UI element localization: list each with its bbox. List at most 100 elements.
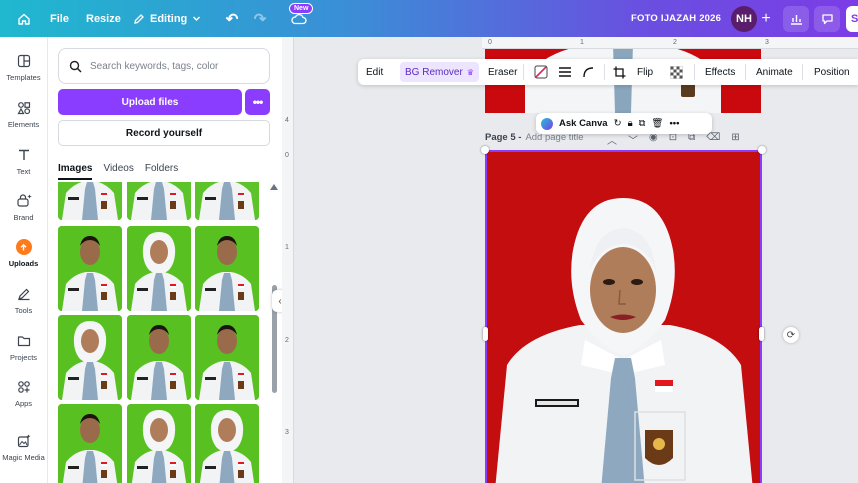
chevron-up-icon[interactable]: ︿ [607, 132, 617, 147]
bg-remover-button[interactable]: BG Remover ♛ [400, 62, 479, 82]
left-rail: Templates Elements Text Brand Uploads To… [0, 37, 47, 483]
duplicate-page-icon[interactable]: ⧉ [688, 132, 695, 147]
ruler-tick: 3 [765, 39, 769, 46]
context-toolbar: Edit BG Remover ♛ Eraser Flip Effects An… [358, 59, 858, 85]
upload-more-button[interactable]: ••• [245, 89, 270, 115]
rail-item-text[interactable]: Text [0, 145, 47, 176]
rail-item-uploads[interactable]: Uploads [0, 237, 47, 268]
chevron-down-icon [193, 16, 201, 21]
ask-canva-button[interactable]: Ask Canva [559, 118, 608, 129]
transparency-icon[interactable] [670, 59, 683, 85]
resize-handle[interactable] [483, 327, 488, 341]
ruler-tick: 4 [285, 117, 289, 124]
regenerate-icon[interactable]: ↻ [614, 118, 622, 129]
rail-item-magic-media[interactable]: Magic Media [0, 431, 47, 462]
uploaded-image-thumbnail[interactable] [127, 182, 191, 220]
delete-page-icon[interactable]: ⌫ [706, 132, 720, 147]
effects-button[interactable]: Effects [705, 59, 735, 85]
rotate-icon[interactable]: ⟳ [783, 327, 799, 343]
position-button[interactable]: Position [814, 59, 850, 85]
rail-label: Templates [6, 73, 41, 82]
rail-item-templates[interactable]: Templates [0, 51, 47, 82]
share-button[interactable]: S [846, 6, 858, 32]
editing-label: Editing [150, 12, 188, 25]
resize-handle[interactable] [759, 327, 764, 341]
more-options-button[interactable]: ••• [669, 118, 679, 129]
divider [604, 64, 605, 80]
rail-label: Projects [9, 353, 38, 362]
edit-button[interactable]: Edit [366, 59, 383, 85]
eraser-button[interactable]: Eraser [488, 59, 517, 85]
search-box[interactable] [58, 48, 270, 84]
scroll-up-arrow[interactable] [270, 184, 278, 190]
crown-icon: ♛ [466, 67, 474, 77]
add-collaborator-button[interactable]: + [756, 0, 776, 37]
tools-icon [14, 284, 34, 304]
uploaded-image-thumbnail[interactable] [58, 404, 122, 483]
chevron-down-icon[interactable]: ﹀ [628, 132, 638, 147]
document-title[interactable]: FOTO IJAZAH 2026 [631, 0, 721, 37]
uploaded-image-thumbnail[interactable] [58, 182, 122, 220]
avatar[interactable]: NH [731, 6, 757, 32]
templates-icon [14, 51, 34, 71]
rail-item-tools[interactable]: Tools [0, 284, 47, 315]
rail-item-apps[interactable]: Apps [0, 377, 47, 408]
rail-item-brand[interactable]: Brand [0, 191, 47, 222]
photo-page[interactable] [485, 150, 761, 483]
uploads-panel: Upload files ••• Record yourself Images … [47, 37, 282, 483]
tab-images[interactable]: Images [58, 163, 93, 180]
record-yourself-button[interactable]: Record yourself [58, 120, 270, 146]
tab-videos[interactable]: Videos [103, 163, 133, 180]
color-swatch-icon[interactable] [534, 59, 548, 85]
ruler-top: 0 1 2 3 [482, 37, 858, 49]
corner-rounding-icon[interactable] [582, 59, 594, 85]
uploaded-image-thumbnail[interactable] [195, 315, 259, 400]
uploaded-image-thumbnail[interactable] [195, 226, 259, 311]
insights-icon[interactable] [783, 6, 809, 32]
divider [745, 64, 746, 80]
uploaded-image-thumbnail[interactable] [127, 226, 191, 311]
undo-icon[interactable]: ↶ [222, 0, 242, 37]
selection-toolbar: Ask Canva ↻ 🔒︎ ⧉ 🗑︎ ••• [536, 113, 712, 134]
flip-button[interactable]: Flip [637, 59, 653, 85]
canvas-area[interactable]: 0 1 2 3 4 0 1 2 3 Page 5 - Add page titl… [282, 37, 858, 483]
ask-canva-icon [541, 117, 553, 130]
magic-media-icon [14, 431, 34, 451]
rail-item-projects[interactable]: Projects [0, 331, 47, 362]
redo-icon[interactable]: ↷ [250, 0, 270, 37]
divider [802, 64, 803, 80]
lock-icon[interactable]: ⊡ [669, 132, 677, 147]
divider [523, 64, 524, 80]
search-input[interactable] [90, 60, 260, 72]
uploaded-image-thumbnail[interactable] [127, 315, 191, 400]
brand-icon [14, 191, 34, 211]
comment-icon[interactable] [814, 6, 840, 32]
file-menu[interactable]: File [50, 0, 69, 37]
uploaded-image-thumbnail[interactable] [195, 182, 259, 220]
resize-handle[interactable] [758, 146, 766, 154]
animate-button[interactable]: Animate [756, 59, 793, 85]
uploaded-image-thumbnail[interactable] [195, 404, 259, 483]
add-page-icon[interactable]: ⊞ [731, 132, 739, 147]
resize-menu[interactable]: Resize [86, 0, 121, 37]
uploaded-image-thumbnail[interactable] [127, 404, 191, 483]
resize-handle[interactable] [481, 146, 489, 154]
delete-icon[interactable]: 🗑︎ [651, 118, 663, 129]
duplicate-icon[interactable]: ⧉ [639, 118, 646, 129]
crop-icon[interactable] [613, 59, 626, 85]
rail-item-elements[interactable]: Elements [0, 98, 47, 129]
border-style-icon[interactable] [558, 59, 572, 85]
uploads-icon [14, 237, 34, 257]
eye-icon[interactable]: ◉ [649, 132, 658, 147]
search-icon [69, 60, 82, 73]
editing-menu[interactable]: Editing [133, 0, 201, 37]
tab-folders[interactable]: Folders [145, 163, 178, 180]
uploaded-image-thumbnail[interactable] [58, 315, 122, 400]
ruler-tick: 1 [285, 244, 289, 251]
lock-icon[interactable]: 🔒︎ [628, 118, 633, 129]
home-icon[interactable] [12, 0, 36, 37]
upload-files-button[interactable]: Upload files [58, 89, 242, 115]
uploaded-image-thumbnail[interactable] [58, 226, 122, 311]
apps-icon [14, 377, 34, 397]
student-photo [485, 150, 761, 483]
